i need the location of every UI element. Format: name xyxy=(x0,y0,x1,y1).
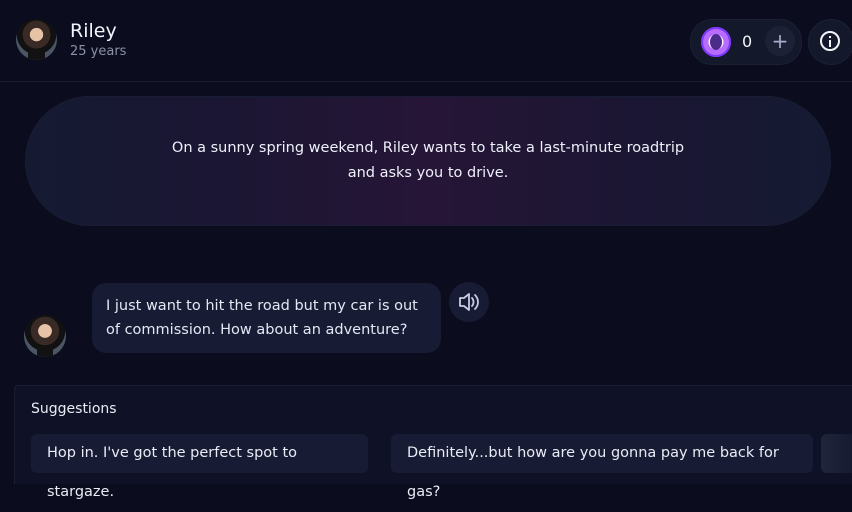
message-avatar xyxy=(24,315,66,357)
message-bubble: I just want to hit the road but my car i… xyxy=(92,283,441,353)
suggestion-chip-partial[interactable] xyxy=(821,434,852,473)
message-text: I just want to hit the road but my car i… xyxy=(106,298,418,338)
character-age: 25 years xyxy=(70,44,127,59)
info-icon xyxy=(820,31,840,51)
coin-count: 0 xyxy=(742,32,753,51)
info-button[interactable] xyxy=(808,19,852,65)
character-name: Riley xyxy=(70,20,117,42)
suggestion-chip[interactable]: Hop in. I've got the perfect spot to sta… xyxy=(31,434,368,500)
chat-header: Riley 25 years 0 + xyxy=(0,0,852,82)
suggestion-chip[interactable]: Definitely...but how are you gonna pay m… xyxy=(391,434,813,500)
coin-icon xyxy=(701,27,731,57)
riley-avatar xyxy=(16,19,57,60)
scenario-text: On a sunny spring weekend, Riley wants t… xyxy=(171,140,685,181)
suggestions-panel: Suggestions Hop in. I've got the perfect… xyxy=(14,385,852,500)
add-coins-button[interactable]: + xyxy=(765,26,795,56)
scenario-banner: On a sunny spring weekend, Riley wants t… xyxy=(25,96,831,226)
play-audio-button[interactable] xyxy=(449,282,489,322)
coin-balance[interactable]: 0 + xyxy=(690,19,802,65)
suggestions-title: Suggestions xyxy=(31,401,117,417)
speaker-icon xyxy=(459,293,479,311)
